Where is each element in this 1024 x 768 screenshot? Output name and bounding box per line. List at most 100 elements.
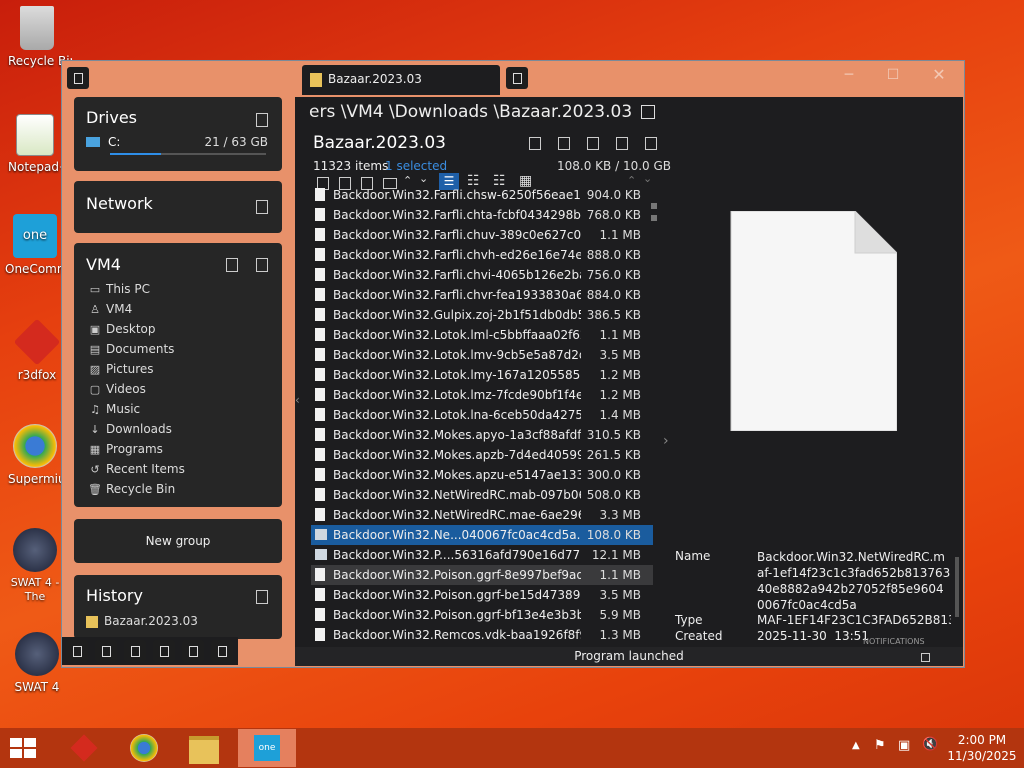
sidebar-item-videos[interactable]: ▢ Videos [88, 379, 146, 399]
file-row[interactable]: Backdoor.Win32.Poison.ggrf-be15d47389920… [311, 585, 653, 605]
sidebar-item-downloads[interactable]: ↓ Downloads [88, 419, 172, 439]
expand-right-icon[interactable]: › [663, 433, 669, 449]
file-icon [315, 228, 325, 241]
details-type-value: MAF-1EF14F23C1C3FAD652B8137634 [757, 613, 951, 627]
drives-panel-button[interactable] [256, 113, 268, 127]
file-row[interactable]: Backdoor.Win32.Lotok.lmv-9cb5e5a87d2dd8.… [311, 345, 653, 365]
file-icon [315, 208, 325, 221]
new-group-button[interactable]: New group [74, 519, 282, 563]
scroll-thumb[interactable] [651, 215, 657, 221]
collapse-left-icon[interactable]: ‹ [295, 393, 300, 407]
action-button-2[interactable] [558, 137, 570, 150]
drive-c[interactable]: C: 21 / 63 GB [86, 135, 270, 159]
file-row[interactable]: Backdoor.Win32.Farfli.chuv-389c0e627c021… [311, 225, 653, 245]
desktop-icon-recycle-bin[interactable]: Recycle Bin [2, 6, 72, 68]
action-button-1[interactable] [529, 137, 541, 150]
bottom-button-2[interactable] [95, 640, 117, 662]
file-row[interactable]: Backdoor.Win32.Mokes.apyo-1a3cf88afdf4c3… [311, 425, 653, 445]
sidebar-item-pictures[interactable]: ▨ Pictures [88, 359, 154, 379]
taskbar-r3dfox[interactable] [64, 732, 104, 764]
network-panel-button[interactable] [256, 200, 268, 214]
taskbar-supermium[interactable] [124, 732, 164, 764]
taskbar-onecommander[interactable]: one [238, 729, 296, 767]
file-icon [315, 408, 325, 421]
tab-bazaar[interactable]: Bazaar.2023.03 [302, 65, 500, 95]
menu-button[interactable] [67, 67, 89, 89]
close-button[interactable]: ✕ [928, 65, 950, 87]
desktop-icon-supermium[interactable]: Supermium [0, 424, 70, 486]
volume-icon[interactable]: 🔇 [922, 737, 938, 753]
sort-down-icon-2[interactable]: ⌄ [643, 172, 652, 185]
file-row[interactable]: Backdoor.Win32.Farfli.chvr-fea1933830a69… [311, 285, 653, 305]
file-row[interactable]: Backdoor.Win32.Lotok.lmy-167a12055852953… [311, 365, 653, 385]
sidebar-item-recycle-bin[interactable]: 🗑 Recycle Bin [88, 479, 175, 499]
bottom-button-6[interactable] [211, 640, 233, 662]
taskbar-file-explorer[interactable] [184, 732, 224, 764]
desktop-icon-notepad[interactable]: Notepad++ [0, 114, 70, 174]
desktop-icon-swat4-tss[interactable]: SWAT 4 - The Stetchkov Syndicate [0, 528, 70, 604]
supermium-icon [13, 424, 57, 468]
file-icon [315, 268, 325, 281]
file-row[interactable]: Backdoor.Win32.Farfli.chvh-ed26e16e74e69… [311, 245, 653, 265]
vm4-panel-button-1[interactable] [226, 258, 238, 272]
file-list-scrollbar[interactable] [651, 203, 657, 297]
start-button[interactable] [8, 736, 38, 760]
file-row[interactable]: Backdoor.Win32.Poison.ggrf-bf13e4e3b3b02… [311, 605, 653, 625]
network-title[interactable]: Network [86, 194, 153, 213]
sidebar-item-documents[interactable]: ▤ Documents [88, 339, 175, 359]
view-toggle-icon[interactable] [641, 105, 655, 119]
sidebar-item-recent-items[interactable]: ↺ Recent Items [88, 459, 184, 479]
file-row[interactable]: Backdoor.Win32.Lotok.lna-6ceb50da4275db9… [311, 405, 653, 425]
file-row[interactable]: Backdoor.Win32.Mokes.apzb-7d4ed405992f3.… [311, 445, 653, 465]
show-hidden-icons[interactable]: ▲ [852, 740, 860, 751]
bottom-button-3[interactable] [124, 640, 146, 662]
file-row[interactable]: Backdoor.Win32.Ne...040067fc0ac4cd5a.exe… [311, 525, 653, 545]
action-button-4[interactable] [616, 137, 628, 150]
action-button-3[interactable] [587, 137, 599, 150]
file-size: 108.0 KB [586, 528, 641, 542]
details-scrollbar[interactable] [955, 557, 959, 617]
sidebar-item-this-pc[interactable]: ▭ This PC [88, 279, 150, 299]
bottom-button-5[interactable] [182, 640, 204, 662]
sidebar-item-vm4[interactable]: ♙ VM4 [88, 299, 132, 319]
details-name-label: Name [675, 549, 711, 563]
status-button[interactable] [921, 653, 930, 662]
file-row[interactable]: Backdoor.Win32.NetWiredRC.mae-6ae296e1..… [311, 505, 653, 525]
network-icon[interactable]: ▣ [898, 738, 914, 754]
new-tab-button[interactable] [506, 67, 528, 89]
file-row[interactable]: Backdoor.Win32.Poison.ggrf-8e997bef9ad61… [311, 565, 653, 585]
clock[interactable]: 2:00 PM 11/30/2025 [944, 732, 1020, 764]
file-row[interactable]: Backdoor.Win32.Gulpix.zoj-2b1f51db0db531… [311, 305, 653, 325]
sidebar-item-desktop[interactable]: ▣ Desktop [88, 319, 156, 339]
desktop-icon-onecommander[interactable]: one OneCommander [0, 214, 70, 276]
file-row[interactable]: Backdoor.Win32.Farfli.chvi-4065b126e2bab… [311, 265, 653, 285]
history-panel-button[interactable] [256, 590, 268, 604]
file-row[interactable]: Backdoor.Win32.Farfli.chta-fcbf0434298b9… [311, 205, 653, 225]
action-center-icon[interactable]: ⚑ [874, 738, 890, 754]
file-icon [315, 308, 325, 321]
file-size: 261.5 KB [586, 448, 641, 462]
onecommander-icon: one [13, 214, 57, 258]
file-row[interactable]: Backdoor.Win32.Remcos.vdk-baa1926f8f9eb.… [311, 625, 653, 645]
file-row[interactable]: Backdoor.Win32.Farfli.chsw-6250f56eae18d… [311, 185, 653, 205]
file-row[interactable]: Backdoor.Win32.NetWiredRC.mab-097b0639..… [311, 485, 653, 505]
sort-down-icon[interactable]: ⌄ [419, 172, 428, 185]
bottom-button-1[interactable] [66, 640, 88, 662]
file-row[interactable]: Backdoor.Win32.P....56316afd790e16d77.ex… [311, 545, 653, 565]
vm4-panel-button-2[interactable] [256, 258, 268, 272]
file-row[interactable]: Backdoor.Win32.Lotok.lmz-7fcde90bf1f4e6e… [311, 385, 653, 405]
notifications-label[interactable]: NOTIFICATIONS [863, 637, 925, 646]
maximize-button[interactable]: ☐ [882, 67, 904, 87]
action-button-5[interactable] [645, 137, 657, 150]
sidebar-item-music[interactable]: ♫ Music [88, 399, 140, 419]
scroll-up-arrow[interactable] [651, 203, 657, 209]
sidebar-item-programs[interactable]: ▦ Programs [88, 439, 163, 459]
bottom-button-4[interactable] [153, 640, 175, 662]
clock-date: 11/30/2025 [947, 749, 1017, 763]
minimize-button[interactable]: ─ [838, 67, 860, 87]
r3dfox-icon [70, 734, 98, 762]
file-name: Backdoor.Win32.Poison.ggrf-8e997bef9ad61… [333, 568, 581, 582]
file-row[interactable]: Backdoor.Win32.Lotok.lml-c5bbffaaa02f628… [311, 325, 653, 345]
file-row[interactable]: Backdoor.Win32.Mokes.apzu-e5147ae13310b.… [311, 465, 653, 485]
breadcrumb[interactable]: ers \VM4 \Downloads \Bazaar.2023.03 [309, 102, 632, 122]
